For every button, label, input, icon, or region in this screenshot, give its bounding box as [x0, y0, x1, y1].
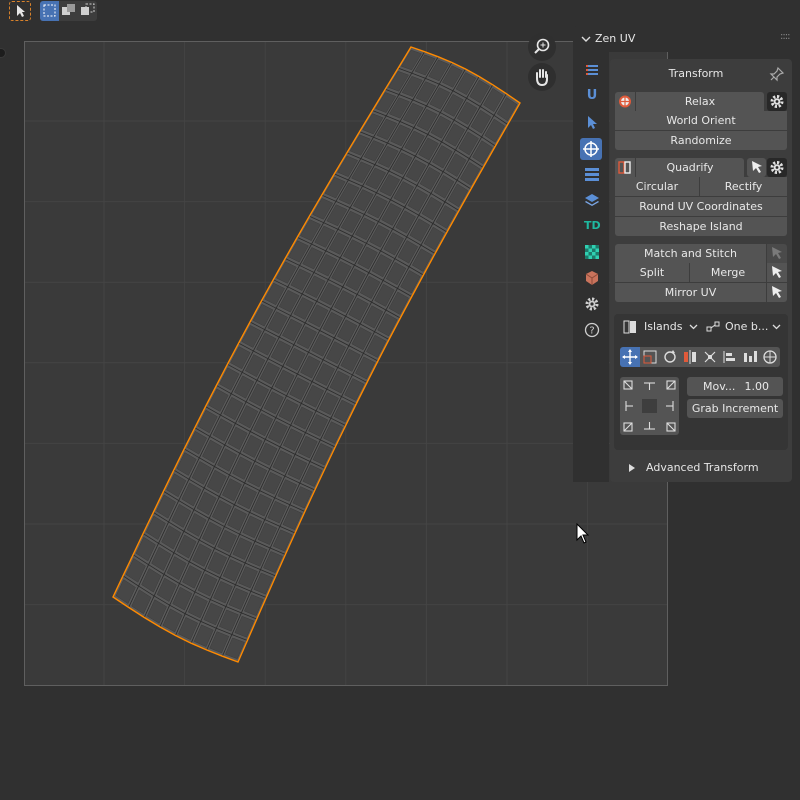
gear-icon [770, 95, 784, 108]
quadrify-select-button[interactable] [747, 158, 766, 177]
move-icon [622, 349, 638, 365]
island-mode-icon [623, 320, 636, 334]
layers-icon[interactable] [584, 192, 600, 208]
chevron-down-icon [581, 36, 591, 42]
flip-icon [684, 350, 696, 364]
zoom-view-button[interactable] [528, 33, 556, 61]
quadrify-icon [618, 161, 631, 174]
relax-icon [619, 95, 631, 108]
scale-tool-button[interactable] [640, 347, 660, 367]
pivot-tool-button[interactable] [760, 347, 780, 367]
mirror-uv-button[interactable]: Mirror UV [615, 283, 766, 302]
move-tool-button[interactable] [620, 347, 640, 367]
box-select-button[interactable] [40, 1, 59, 21]
circular-button[interactable]: Circular [615, 177, 699, 196]
region-toggle[interactable] [0, 48, 6, 58]
mode-select-value: Islands [644, 320, 683, 333]
pivot-target-icon [763, 350, 777, 364]
move-increment-value: 1.00 [744, 380, 770, 393]
pivot-select[interactable]: One b... [703, 318, 785, 336]
randomize-button[interactable]: Randomize [615, 131, 787, 150]
flip-tool-button[interactable] [680, 347, 700, 367]
drag-handle-icon[interactable]: :::: [780, 31, 791, 42]
distribute-tool-button[interactable] [740, 347, 760, 367]
chevron-right-icon [629, 464, 635, 472]
match-stitch-select-button[interactable] [767, 244, 787, 263]
cursor-icon [17, 5, 25, 17]
mouse-cursor-icon [576, 523, 590, 544]
cursor-icon [772, 286, 782, 298]
rotate-icon [664, 350, 676, 363]
box-select-icon [43, 4, 56, 17]
mirror-uv-select-button[interactable] [767, 283, 787, 302]
fit-tool-button[interactable] [700, 347, 720, 367]
extend-select-icon [62, 4, 75, 15]
cursor-icon [772, 247, 782, 259]
svg-text:?: ? [589, 326, 594, 337]
transform-icon[interactable] [580, 138, 602, 160]
fit-icon [704, 351, 716, 363]
advanced-transform-label: Advanced Transform [646, 461, 759, 474]
panel-header[interactable]: Zen UV :::: [573, 26, 800, 52]
package-icon[interactable] [584, 270, 600, 286]
merge-button[interactable]: Merge [690, 263, 766, 282]
distribute-icon [744, 351, 757, 362]
gear-icon [770, 161, 784, 174]
help-icon[interactable]: ? [584, 322, 600, 338]
hand-icon [536, 69, 548, 87]
rectify-button[interactable]: Rectify [700, 177, 787, 196]
rotate-tool-button[interactable] [660, 347, 680, 367]
round-uv-button[interactable]: Round UV Coordinates [615, 197, 787, 216]
cursor-icon [772, 266, 782, 278]
pan-view-button[interactable] [528, 63, 556, 91]
panel-tab-bar: U TD ? [573, 52, 609, 482]
uv-grid-canvas [25, 42, 667, 685]
move-increment-field[interactable]: Mov... 1.00 [687, 377, 783, 396]
panel-title: Zen UV [595, 32, 636, 45]
pivot-icon [706, 321, 720, 332]
grab-increment-button[interactable]: Grab Increment [687, 399, 783, 418]
checker-icon[interactable] [584, 244, 600, 260]
pivot-select-value: One b... [725, 320, 769, 333]
chevron-down-icon [772, 324, 781, 330]
merge-select-button[interactable] [767, 263, 787, 282]
align-icon [723, 351, 735, 363]
u-icon[interactable]: U [584, 88, 600, 104]
relax-icon-button[interactable] [615, 92, 635, 111]
reshape-island-button[interactable]: Reshape Island [615, 217, 787, 236]
relax-settings-button[interactable] [767, 92, 787, 111]
world-orient-button[interactable]: World Orient [615, 111, 787, 130]
alignment-grid[interactable] [620, 377, 679, 435]
select-mode-group [40, 1, 97, 21]
split-button[interactable]: Split [615, 263, 689, 282]
align-tool-button[interactable] [720, 347, 740, 367]
cursor-icon [752, 161, 762, 173]
pin-icon[interactable] [769, 66, 785, 82]
settings-icon[interactable] [584, 296, 600, 312]
select-tool-button[interactable] [9, 1, 31, 21]
match-stitch-button[interactable]: Match and Stitch [615, 244, 766, 263]
quadrify-icon-button[interactable] [615, 158, 635, 177]
move-increment-label: Mov... [703, 380, 736, 393]
quadrify-button[interactable]: Quadrify [636, 158, 744, 177]
table-icon[interactable] [584, 166, 600, 182]
subtract-select-icon [81, 3, 95, 15]
extend-select-button[interactable] [59, 1, 78, 21]
chevron-down-icon [689, 324, 698, 330]
section-title: Transform [668, 67, 724, 80]
zoom-icon [534, 38, 550, 54]
scale-icon [643, 350, 657, 364]
advanced-transform-section[interactable]: Advanced Transform [614, 457, 788, 479]
subtract-select-button[interactable] [78, 1, 97, 21]
uv-editor-viewport[interactable] [24, 41, 668, 686]
select-icon[interactable] [584, 114, 600, 130]
relax-button[interactable]: Relax [636, 92, 764, 111]
td-icon[interactable]: TD [584, 218, 601, 234]
mode-select[interactable]: Islands [619, 318, 701, 336]
list-icon[interactable] [584, 62, 600, 78]
alignment-grid-icons [623, 380, 676, 432]
quadrify-settings-button[interactable] [767, 158, 787, 177]
